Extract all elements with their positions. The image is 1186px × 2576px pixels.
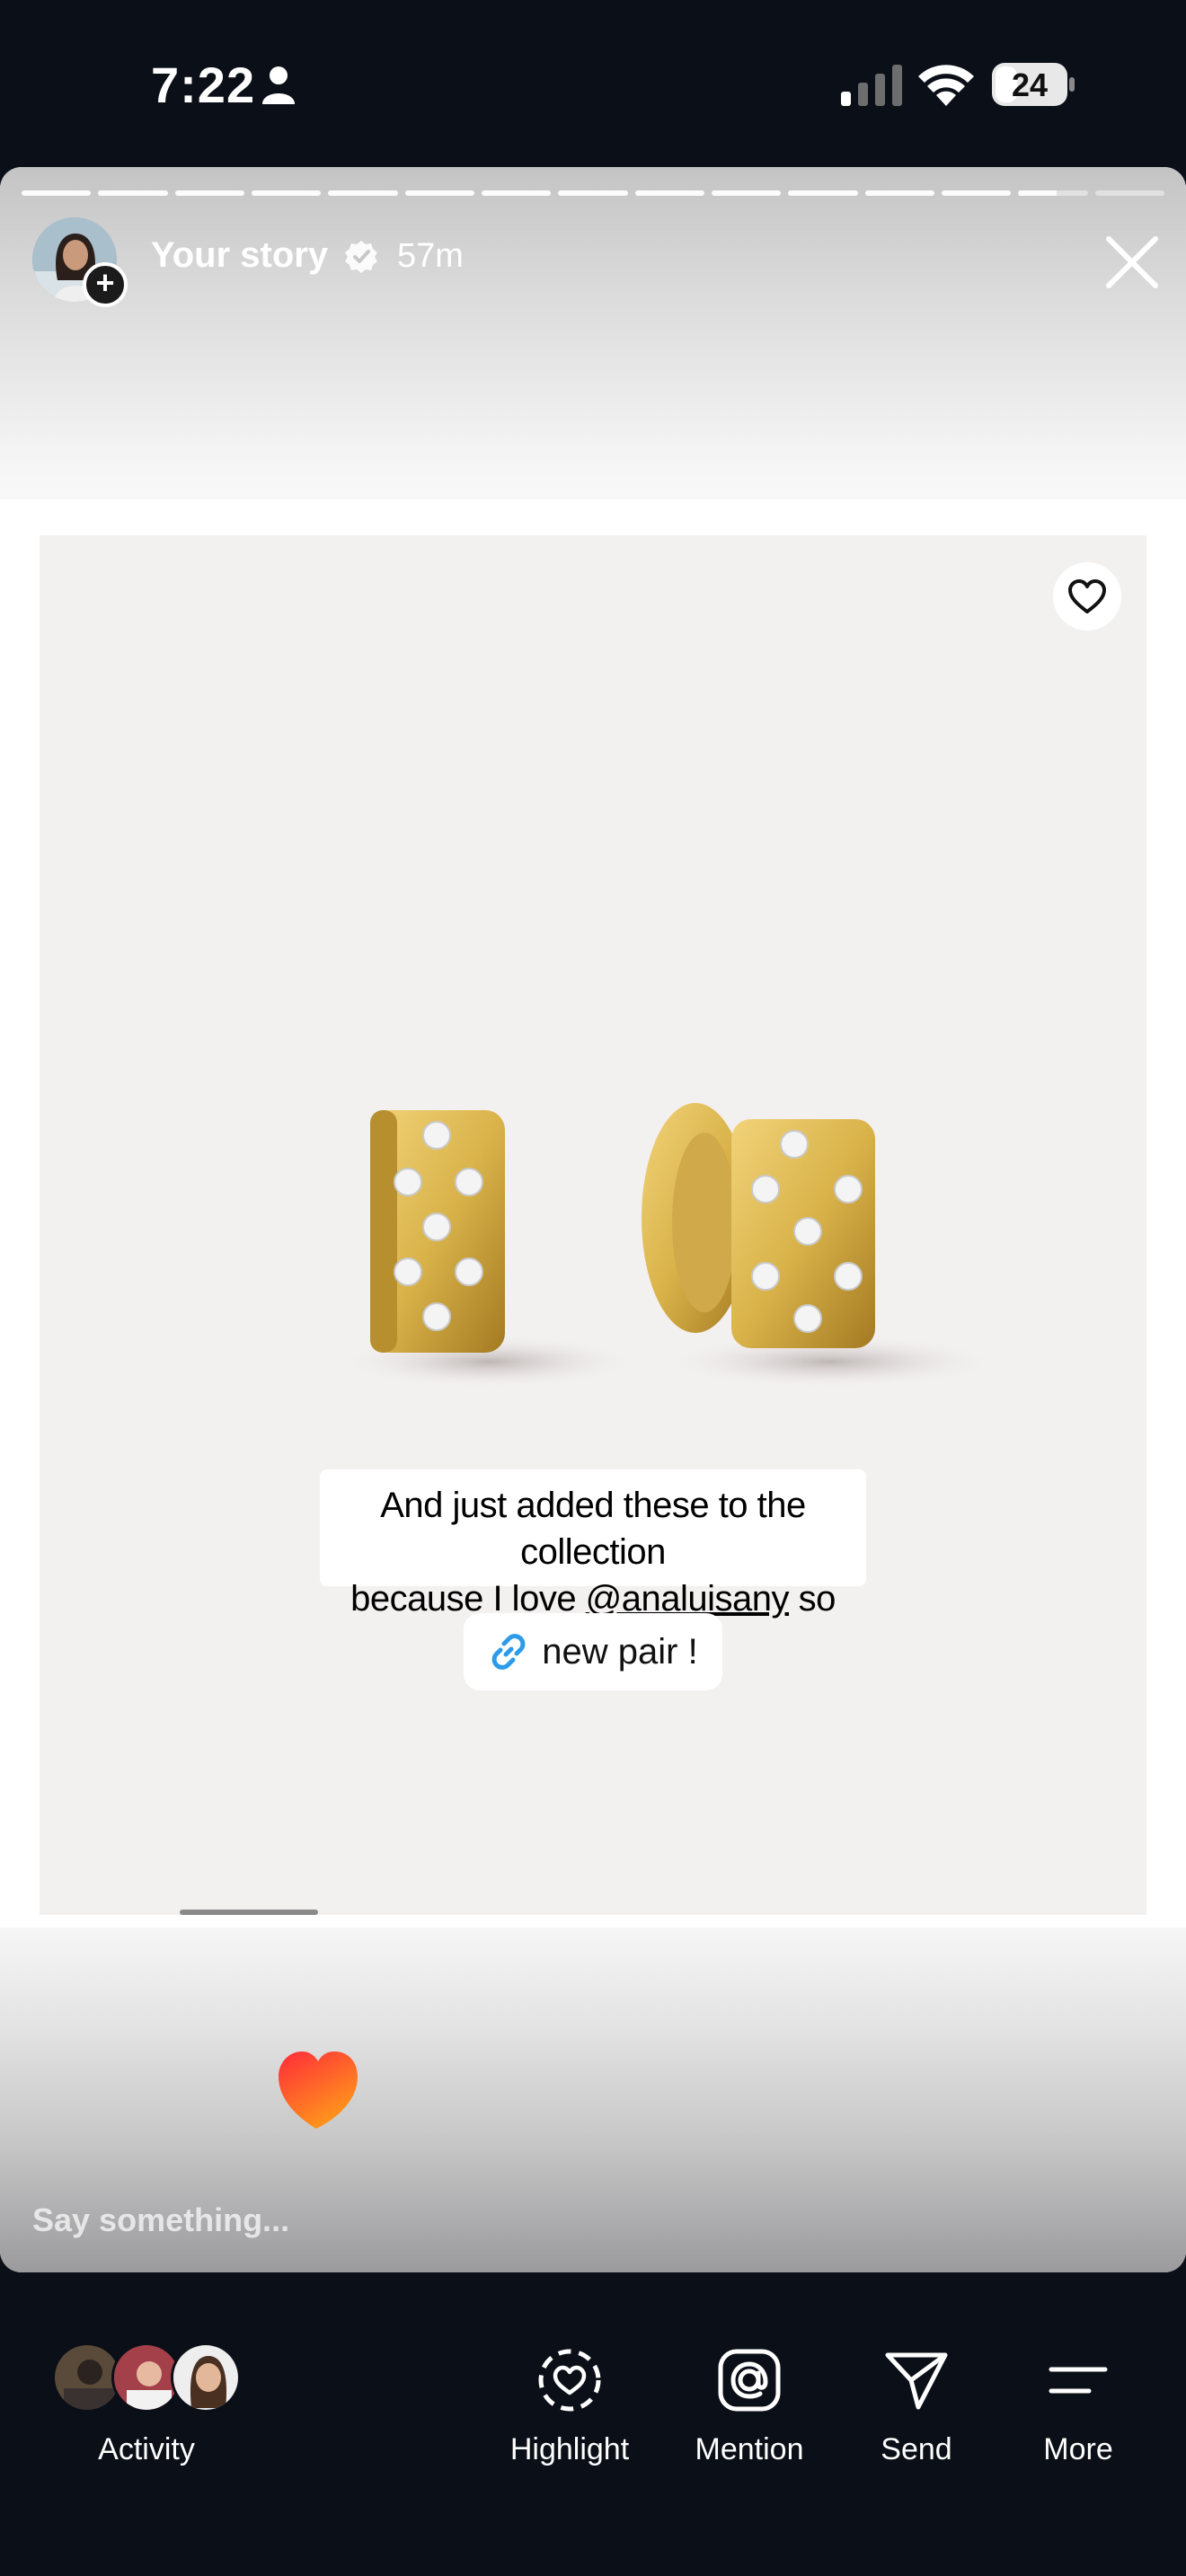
progress-segment xyxy=(941,190,1012,196)
progress-segment xyxy=(22,190,92,196)
progress-segment xyxy=(1094,190,1164,196)
reply-input[interactable] xyxy=(32,2193,751,2247)
status-time: 7:22 xyxy=(151,57,256,113)
progress-segment xyxy=(788,190,858,196)
activity-avatar-3 xyxy=(171,2342,241,2413)
verified-badge-icon xyxy=(345,241,377,273)
story-card[interactable]: + Your story 57m And just added these to… xyxy=(0,167,1186,2272)
more-icon[interactable] xyxy=(1044,2346,1112,2414)
highlight-label[interactable]: Highlight xyxy=(498,2432,642,2467)
progress-segment xyxy=(404,190,474,196)
mention-label[interactable]: Mention xyxy=(677,2432,821,2467)
wifi-icon xyxy=(918,65,974,106)
battery-level: 24 xyxy=(1011,66,1049,103)
close-icon[interactable] xyxy=(1100,230,1164,295)
bottom-toolbar: Activity Highlight Mention Send More xyxy=(0,2272,1186,2576)
progress-segment xyxy=(481,190,552,196)
story-timestamp: 57m xyxy=(397,237,464,275)
link-sticker-label: new pair ! xyxy=(542,1631,698,1672)
progress-segment xyxy=(711,190,782,196)
link-icon xyxy=(491,1634,526,1670)
like-button[interactable] xyxy=(1053,562,1121,631)
progress-segment xyxy=(634,190,704,196)
person-icon xyxy=(262,66,295,104)
battery-icon: 24 xyxy=(992,63,1075,106)
progress-segment xyxy=(251,190,322,196)
post-scroll-indicator xyxy=(180,1910,318,1915)
mention-icon[interactable] xyxy=(715,2346,783,2414)
cellular-signal-icon xyxy=(841,65,902,106)
send-icon[interactable] xyxy=(882,2346,951,2414)
more-label[interactable]: More xyxy=(1006,2432,1150,2467)
progress-segment xyxy=(864,190,934,196)
story-spacer xyxy=(0,499,1186,535)
progress-segment xyxy=(328,190,398,196)
link-sticker[interactable]: new pair ! xyxy=(464,1613,722,1690)
progress-segment xyxy=(558,190,628,196)
shared-post[interactable]: And just added these to the collection b… xyxy=(40,535,1146,1915)
story-author-name[interactable]: Your story xyxy=(151,235,328,276)
add-story-icon[interactable]: + xyxy=(83,262,128,307)
progress-segment xyxy=(1018,190,1088,196)
progress-segment xyxy=(98,190,168,196)
highlight-icon[interactable] xyxy=(535,2346,604,2414)
send-label[interactable]: Send xyxy=(845,2432,988,2467)
post-caption: And just added these to the collection b… xyxy=(320,1469,866,1665)
heart-outline-icon xyxy=(1068,579,1106,613)
battery-cap xyxy=(1069,77,1075,92)
heart-reaction-icon[interactable] xyxy=(275,2048,361,2130)
activity-button[interactable]: Activity xyxy=(52,2342,250,2486)
earrings-image xyxy=(336,1103,1001,1389)
status-bar: 7:22 24 xyxy=(0,0,1186,167)
story-header-background xyxy=(0,167,1186,499)
story-progress-bar xyxy=(22,190,1164,196)
activity-label: Activity xyxy=(98,2432,195,2466)
progress-segment xyxy=(174,190,244,196)
caption-line-1: And just added these to the collection xyxy=(380,1486,806,1572)
